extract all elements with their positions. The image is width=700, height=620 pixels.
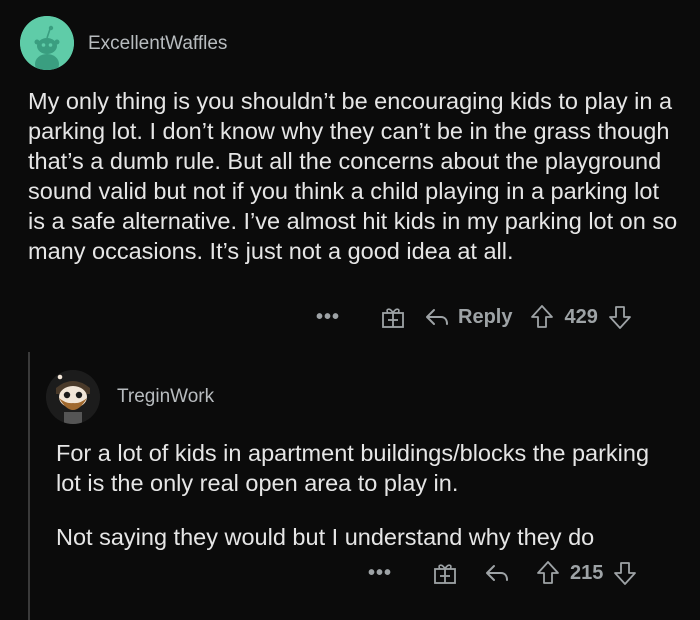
comment-body: For a lot of kids in apartment buildings… bbox=[56, 438, 676, 552]
award-button[interactable] bbox=[432, 560, 458, 586]
bearded-snoo-avatar-icon bbox=[46, 370, 100, 424]
more-options-button[interactable]: ••• bbox=[368, 562, 392, 585]
comment-body: My only thing is you shouldn’t be encour… bbox=[28, 88, 678, 264]
gift-award-icon bbox=[382, 308, 404, 328]
reply-button[interactable] bbox=[484, 562, 510, 584]
downvote-arrow-icon[interactable] bbox=[613, 560, 637, 586]
user-avatar[interactable] bbox=[20, 16, 74, 70]
reply-label: Reply bbox=[458, 305, 513, 328]
comment-paragraph: For a lot of kids in apartment buildings… bbox=[56, 440, 650, 496]
reply-arrow-icon bbox=[426, 309, 449, 325]
award-button[interactable] bbox=[380, 304, 406, 330]
reddit-snoo-avatar-icon bbox=[20, 16, 74, 70]
user-avatar[interactable] bbox=[46, 370, 100, 424]
thread-line[interactable] bbox=[28, 352, 30, 620]
downvote-arrow-icon[interactable] bbox=[608, 304, 632, 330]
more-options-button[interactable]: ••• bbox=[316, 306, 340, 329]
comment-author[interactable]: TreginWork bbox=[117, 386, 214, 408]
vote-count: 215 bbox=[570, 561, 604, 584]
upvote-arrow-icon[interactable] bbox=[530, 304, 554, 330]
vote-controls: 429 bbox=[530, 304, 631, 330]
vote-controls: 215 bbox=[536, 560, 637, 586]
upvote-arrow-icon[interactable] bbox=[536, 560, 560, 586]
reply-button[interactable]: Reply bbox=[424, 306, 512, 329]
vote-count: 429 bbox=[564, 305, 598, 328]
gift-award-icon bbox=[434, 564, 456, 584]
comment-actions: ••• Reply 429 bbox=[316, 304, 632, 330]
comment-author[interactable]: ExcellentWaffles bbox=[88, 33, 227, 55]
comment-paragraph: Not saying they would but I understand w… bbox=[56, 524, 595, 550]
reply-arrow-icon bbox=[486, 565, 509, 581]
comment-actions: ••• 215 bbox=[368, 560, 637, 586]
